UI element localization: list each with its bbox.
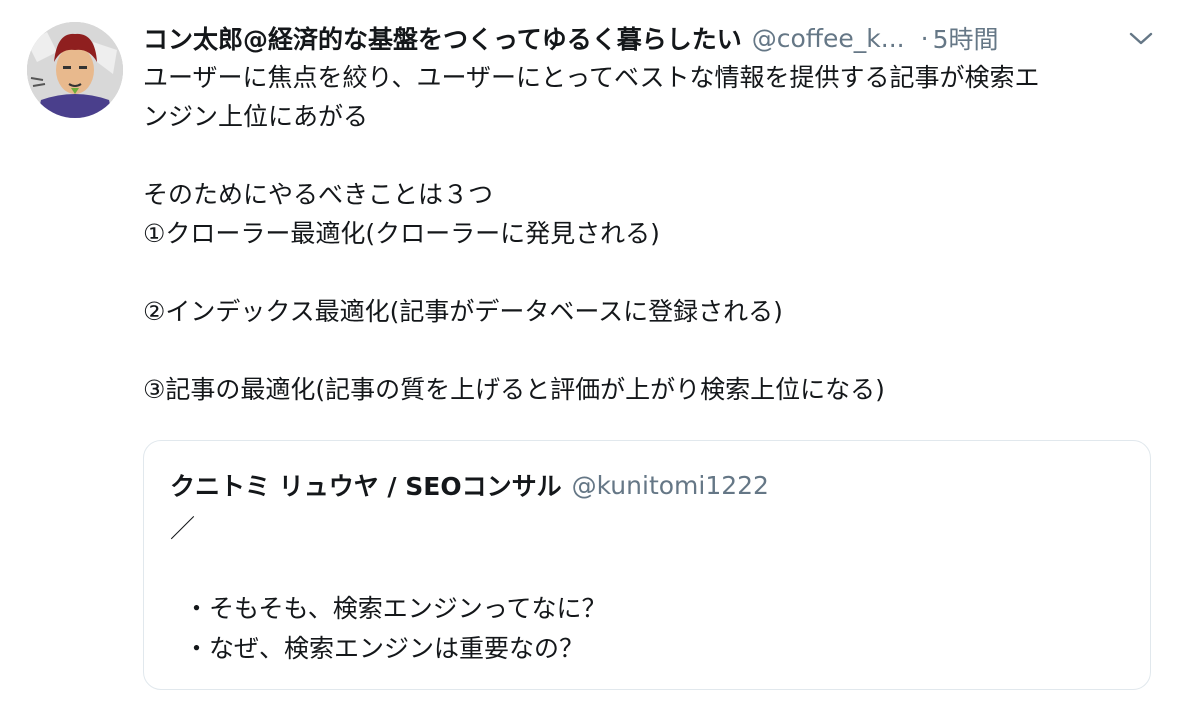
tweet-text-line: ③記事の最適化(記事の質を上げると評価が上がり検索上位になる) xyxy=(143,375,885,404)
quoted-tweet[interactable]: クニトミ リュウヤ / SEOコンサル @kunitomi1222 ／ ・そもそ… xyxy=(143,440,1151,690)
tweet-text-line xyxy=(143,331,1153,370)
quoted-text-line: ・なぜ、検索エンジンは重要なの？ xyxy=(184,634,585,663)
user-avatar-icon[interactable] xyxy=(27,22,123,118)
tweet-text-line: そのためにやるべきことは３つ xyxy=(143,180,494,209)
tweet-text: ユーザーに焦点を絞り、ユーザーにとってベストな情報を提供する記事が検索エ ンジン… xyxy=(143,58,1153,409)
quoted-text-line: ／ xyxy=(170,514,196,543)
author-handle[interactable]: @coffee_k... xyxy=(752,24,905,53)
tweet[interactable]: コン太郎@経済的な基盤をつくってゆるく暮らしたい @coffee_k... · … xyxy=(0,0,1182,708)
tweet-text-line: ②インデックス最適化(記事がデータベースに登録される) xyxy=(143,297,783,326)
quoted-tweet-header: クニトミ リュウヤ / SEOコンサル @kunitomi1222 xyxy=(170,467,769,503)
tweet-text-line: ユーザーに焦点を絞り、ユーザーにとってベストな情報を提供する記事が検索エ xyxy=(143,63,1040,92)
tweet-text-line: ンジン上位にあがる xyxy=(143,102,369,131)
quoted-tweet-text: ／ ・そもそも、検索エンジンってなに？ ・なぜ、検索エンジンは重要なの？ xyxy=(170,509,1130,669)
tweet-text-line xyxy=(143,136,1153,175)
quoted-text-line: ・そもそも、検索エンジンってなに？ xyxy=(184,594,607,623)
quoted-author-name: クニトミ リュウヤ / SEOコンサル xyxy=(170,472,562,501)
author-name[interactable]: コン太郎@経済的な基盤をつくってゆるく暮らしたい xyxy=(143,20,742,56)
separator-dot: · xyxy=(920,23,929,53)
quoted-author-handle: @kunitomi1222 xyxy=(571,470,769,500)
tweet-header: コン太郎@経済的な基盤をつくってゆるく暮らしたい @coffee_k... · … xyxy=(143,18,1158,58)
tweet-timestamp[interactable]: 5時間 xyxy=(933,20,999,56)
quoted-text-line xyxy=(170,549,1130,589)
tweet-text-line: ①クローラー最適化(クローラーに発見される) xyxy=(143,219,660,248)
chevron-down-icon[interactable] xyxy=(1124,24,1158,54)
tweet-text-line xyxy=(143,253,1153,292)
